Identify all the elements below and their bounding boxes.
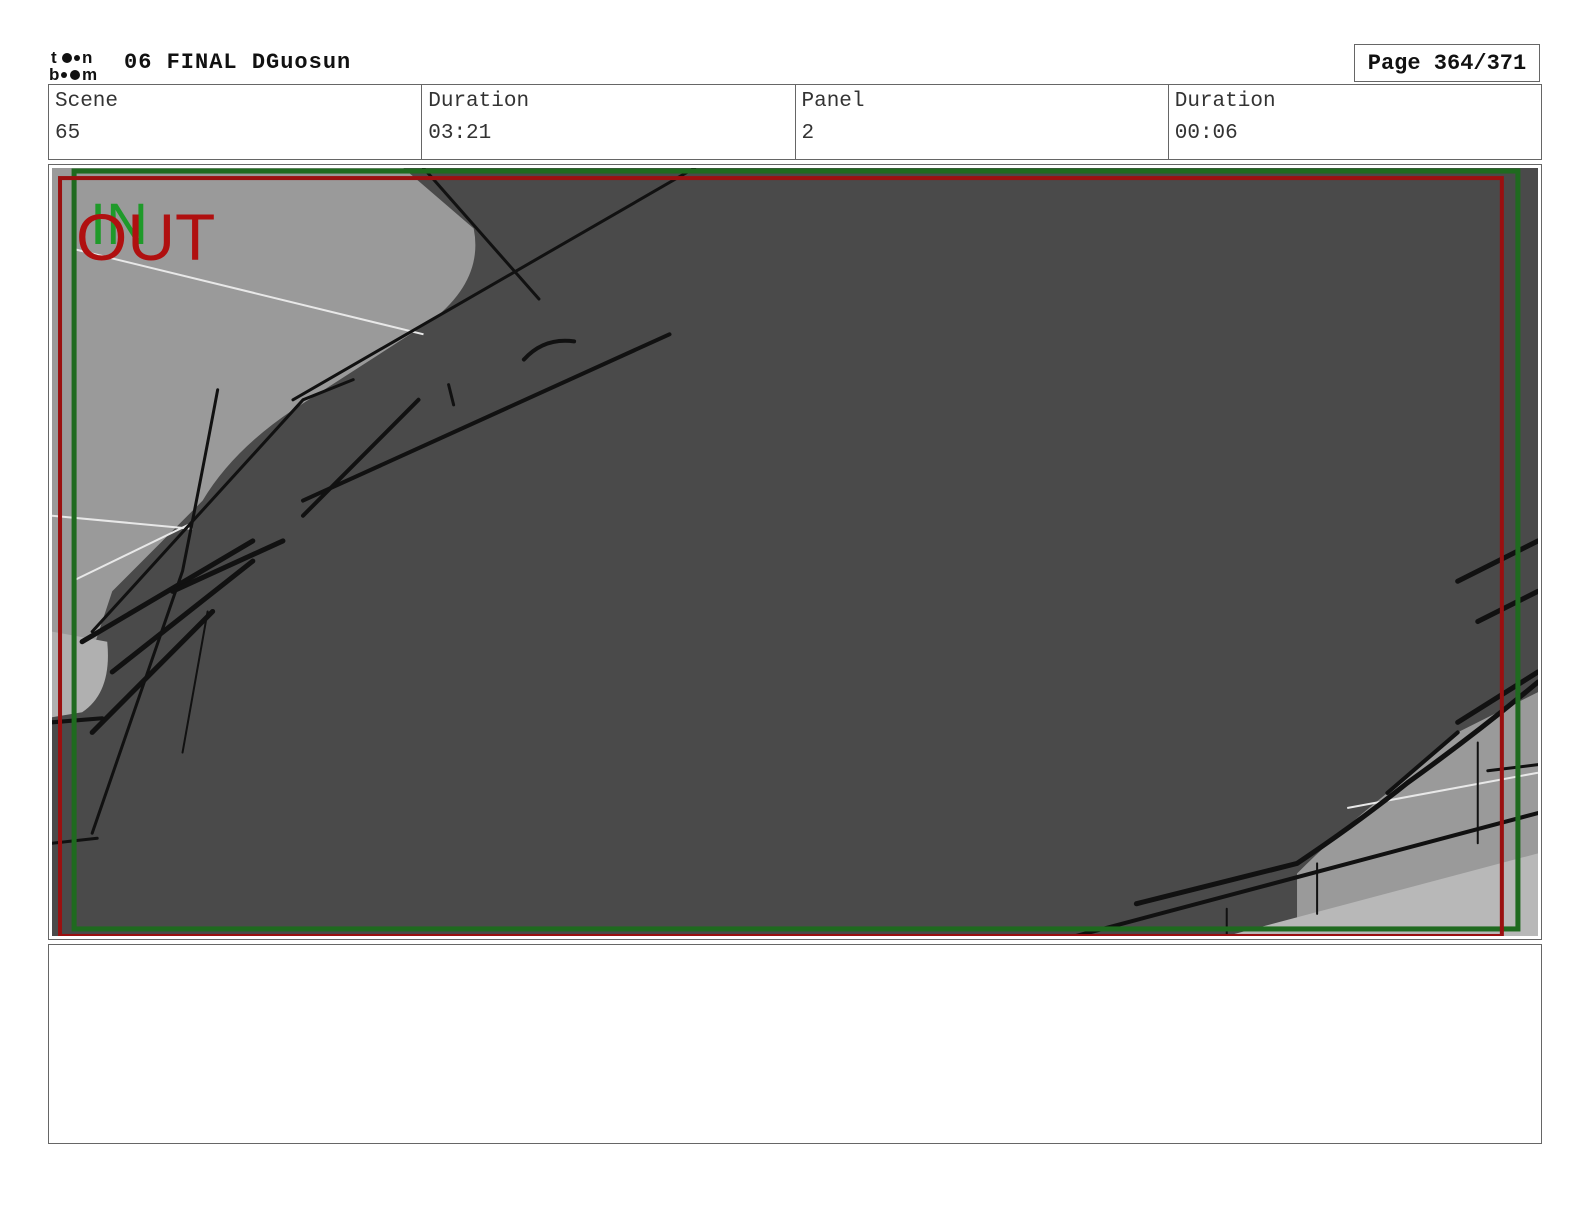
scene-cell: Scene 65 xyxy=(49,85,423,159)
panel-duration-value: 00:06 xyxy=(1174,122,1238,145)
sketch-drawing xyxy=(52,168,1538,936)
scene-label: Scene xyxy=(55,90,119,113)
panel-duration-label: Duration xyxy=(1174,90,1276,113)
svg-text:m: m xyxy=(82,65,97,82)
storyboard-image: IN OUT xyxy=(52,168,1538,936)
panel-cell: Panel 2 xyxy=(796,85,1169,159)
document-title: 06 FINAL DGuosun xyxy=(124,50,352,75)
scene-duration-value: 03:21 xyxy=(428,122,492,145)
panel-notes-box[interactable] xyxy=(48,944,1542,1144)
panel-label: Panel xyxy=(801,90,865,113)
out-marker: OUT xyxy=(76,200,216,274)
scene-duration-cell: Duration 03:21 xyxy=(422,85,796,159)
scene-duration-label: Duration xyxy=(428,90,530,113)
panel-value: 2 xyxy=(801,122,815,145)
svg-text:b: b xyxy=(49,65,59,82)
scene-info-table: Scene 65 Duration 03:21 Panel 2 Duration… xyxy=(48,84,1542,160)
page-header: t n b m 06 FINAL DGuosun Page 364/371 xyxy=(48,44,1540,84)
toonboom-logo-icon: t n b m xyxy=(49,48,97,82)
scene-value: 65 xyxy=(55,122,81,145)
panel-duration-cell: Duration 00:06 xyxy=(1169,85,1541,159)
storyboard-frame: IN OUT xyxy=(48,164,1542,940)
page-number: Page 364/371 xyxy=(1354,44,1540,82)
